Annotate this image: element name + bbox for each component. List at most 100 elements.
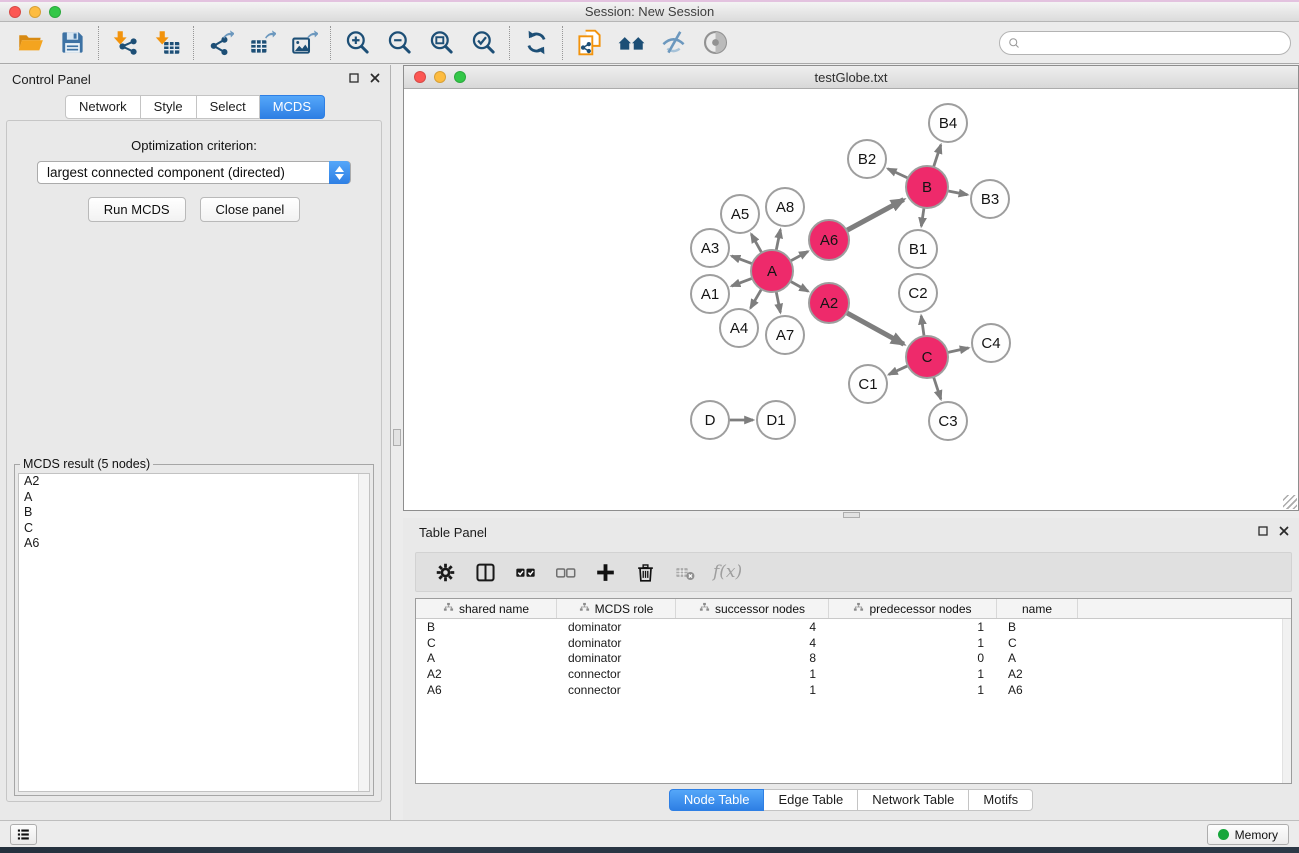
graph-node-A3[interactable]: A3 (691, 229, 729, 267)
task-history-button[interactable] (10, 824, 37, 845)
graph-edge-C-C1[interactable] (889, 366, 908, 374)
mcds-result-item[interactable]: A2 (19, 474, 369, 490)
cell-mcds-role[interactable]: connector (557, 683, 676, 697)
cell-shared-name[interactable]: A6 (416, 683, 557, 697)
graph-node-A[interactable]: A (751, 250, 793, 292)
first-neighbors-icon[interactable] (614, 26, 648, 60)
mcds-result-item[interactable]: C (19, 521, 369, 537)
cell-predecessors[interactable]: 1 (829, 636, 997, 650)
graph-node-D[interactable]: D (691, 401, 729, 439)
graph-edge-A6-B[interactable] (847, 200, 904, 231)
table-row[interactable]: Bdominator41B (416, 619, 1291, 635)
cell-shared-name[interactable]: C (416, 636, 557, 650)
hide-selected-icon[interactable] (656, 26, 690, 60)
memory-button[interactable]: Memory (1207, 824, 1289, 845)
float-table-panel-icon[interactable] (1257, 525, 1269, 537)
select-all-icon[interactable] (513, 560, 537, 584)
settings-gear-icon[interactable] (433, 560, 457, 584)
graph-edge-B-B4[interactable] (934, 145, 941, 167)
cell-successors[interactable]: 1 (676, 683, 829, 697)
graph-edge-A2-C[interactable] (847, 313, 904, 344)
deselect-all-icon[interactable] (553, 560, 577, 584)
graph-node-A1[interactable]: A1 (691, 275, 729, 313)
new-network-from-selection-icon[interactable] (572, 26, 606, 60)
cell-shared-name[interactable]: A (416, 651, 557, 665)
cell-shared-name[interactable]: B (416, 620, 557, 634)
cell-mcds-role[interactable]: dominator (557, 636, 676, 650)
graph-edge-A-A1[interactable] (732, 278, 752, 286)
column-header-mcds-role[interactable]: MCDS role (557, 599, 676, 618)
column-header-name[interactable]: name (997, 599, 1078, 618)
refresh-icon[interactable] (519, 26, 553, 60)
close-table-panel-icon[interactable] (1278, 525, 1290, 537)
cell-predecessors[interactable]: 0 (829, 651, 997, 665)
cell-mcds-role[interactable]: connector (557, 667, 676, 681)
network-close-button[interactable] (414, 71, 426, 83)
export-image-icon[interactable] (287, 26, 321, 60)
zoom-out-icon[interactable] (382, 26, 416, 60)
add-column-icon[interactable] (593, 560, 617, 584)
graph-node-A6[interactable]: A6 (809, 220, 849, 260)
graph-edge-B-B1[interactable] (921, 208, 924, 226)
optimization-criterion-select[interactable]: largest connected component (directed) (37, 161, 351, 184)
tab-select[interactable]: Select (197, 95, 260, 119)
graph-edge-A-A8[interactable] (776, 230, 780, 250)
open-folder-icon[interactable] (13, 26, 47, 60)
zoom-in-icon[interactable] (340, 26, 374, 60)
cell-shared-name[interactable]: A2 (416, 667, 557, 681)
cell-successors[interactable]: 4 (676, 636, 829, 650)
graph-edge-A-A2[interactable] (791, 282, 808, 292)
graph-node-C[interactable]: C (906, 336, 948, 378)
graph-edge-A-A3[interactable] (732, 256, 752, 264)
tab-edge-table[interactable]: Edge Table (764, 789, 858, 811)
mcds-result-item[interactable]: A (19, 490, 369, 506)
close-panel-button[interactable]: Close panel (200, 197, 301, 222)
split-view-icon[interactable] (473, 560, 497, 584)
vertical-split-handle[interactable] (393, 429, 401, 446)
export-table-icon[interactable] (245, 26, 279, 60)
column-header-predecessor-nodes[interactable]: predecessor nodes (829, 599, 997, 618)
cell-successors[interactable]: 1 (676, 667, 829, 681)
cell-name[interactable]: B (997, 620, 1078, 634)
delete-rows-icon[interactable] (633, 560, 657, 584)
graph-edge-A-A7[interactable] (776, 292, 780, 312)
network-graph[interactable]: AA1A2A3A4A5A6A7A8BB1B2B3B4CC1C2C3C4DD1 (404, 90, 1298, 510)
cell-successors[interactable]: 4 (676, 620, 829, 634)
network-window-titlebar[interactable]: testGlobe.txt (404, 66, 1298, 89)
graph-node-A4[interactable]: A4 (720, 309, 758, 347)
graph-edge-A-A4[interactable] (751, 290, 762, 308)
graph-node-B2[interactable]: B2 (848, 140, 886, 178)
zoom-selected-icon[interactable] (466, 26, 500, 60)
tab-motifs[interactable]: Motifs (969, 789, 1033, 811)
cell-predecessors[interactable]: 1 (829, 620, 997, 634)
network-canvas[interactable]: AA1A2A3A4A5A6A7A8BB1B2B3B4CC1C2C3C4DD1 (404, 90, 1298, 510)
cell-name[interactable]: A6 (997, 683, 1078, 697)
float-panel-icon[interactable] (348, 72, 360, 84)
table-row[interactable]: A6connector11A6 (416, 682, 1291, 698)
table-row[interactable]: Cdominator41C (416, 635, 1291, 651)
graph-node-A8[interactable]: A8 (766, 188, 804, 226)
cell-mcds-role[interactable]: dominator (557, 620, 676, 634)
graph-edge-B-B3[interactable] (948, 191, 967, 195)
table-row[interactable]: A2connector11A2 (416, 666, 1291, 682)
close-window-button[interactable] (9, 6, 21, 18)
maximize-window-button[interactable] (49, 6, 61, 18)
cell-successors[interactable]: 8 (676, 651, 829, 665)
table-row[interactable]: Adominator80A (416, 651, 1291, 667)
graph-node-B1[interactable]: B1 (899, 230, 937, 268)
cell-mcds-role[interactable]: dominator (557, 651, 676, 665)
run-mcds-button[interactable]: Run MCDS (88, 197, 186, 222)
graph-node-C1[interactable]: C1 (849, 365, 887, 403)
column-header-shared-name[interactable]: shared name (416, 599, 557, 618)
table-scrollbar[interactable] (1282, 619, 1291, 783)
graph-node-B3[interactable]: B3 (971, 180, 1009, 218)
graph-edge-A-A6[interactable] (791, 251, 808, 260)
resize-grip[interactable] (1283, 495, 1297, 509)
mcds-result-item[interactable]: A6 (19, 536, 369, 552)
graph-node-C2[interactable]: C2 (899, 274, 937, 312)
graph-edge-C-C2[interactable] (921, 316, 924, 336)
close-panel-icon[interactable] (369, 72, 381, 84)
tab-mcds[interactable]: MCDS (260, 95, 325, 119)
network-minimize-button[interactable] (434, 71, 446, 83)
search-input[interactable] (1026, 33, 1290, 53)
